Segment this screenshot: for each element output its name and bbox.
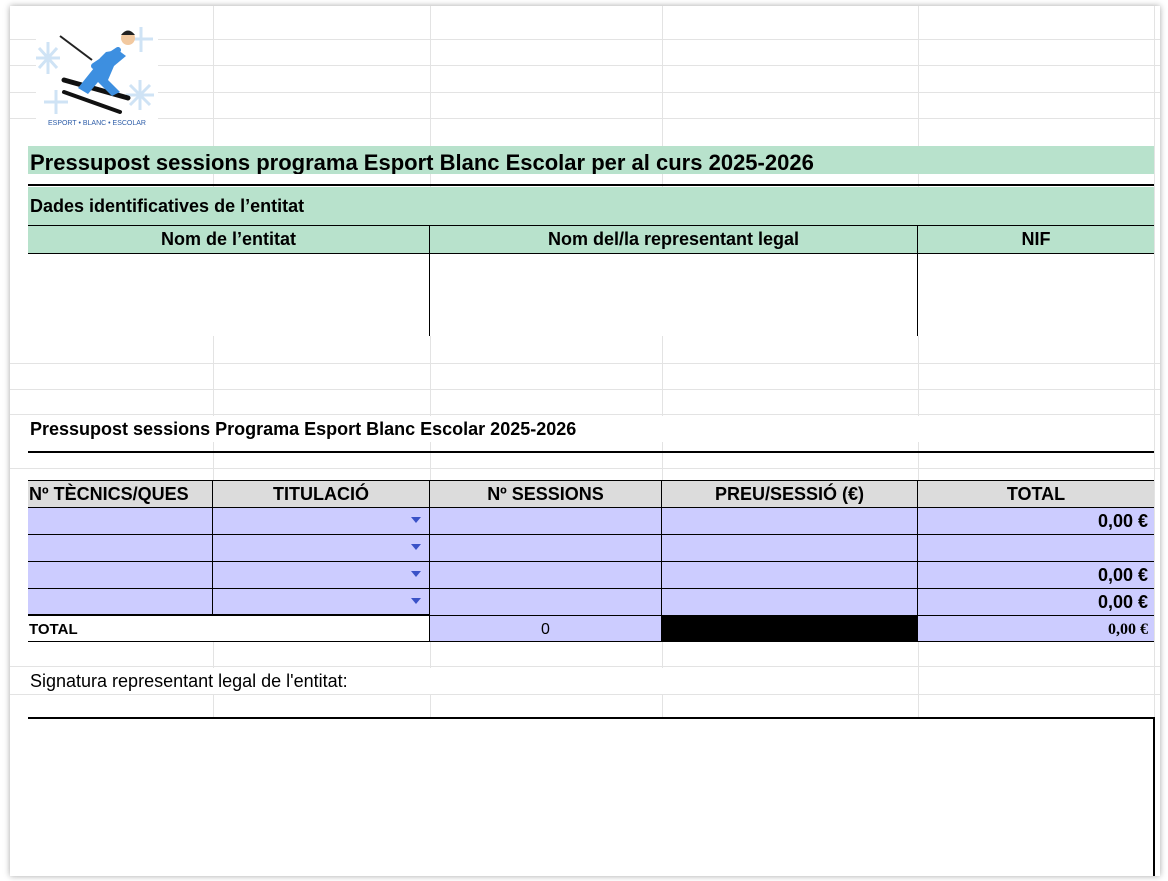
column-header-titulacio: TITULACIÓ — [213, 481, 430, 508]
grid-line — [10, 92, 1160, 93]
titulacio-dropdown[interactable] — [213, 562, 430, 589]
titulacio-dropdown[interactable] — [213, 535, 430, 562]
grid-line — [10, 389, 1160, 390]
sessions-cell[interactable] — [430, 562, 662, 589]
blocked-cell — [662, 616, 918, 642]
signature-box[interactable] — [28, 717, 1155, 876]
column-header-sessions: Nº SESSIONS — [430, 481, 662, 508]
skier-logo-icon — [36, 27, 154, 114]
tecnics-cell[interactable] — [28, 508, 213, 535]
preu-cell[interactable] — [662, 589, 918, 616]
dropdown-arrow-icon[interactable] — [411, 544, 421, 550]
signature-label: Signatura representant legal de l'entita… — [30, 668, 730, 694]
nif-field[interactable] — [918, 254, 1154, 336]
grid-line — [10, 363, 1160, 364]
preu-cell[interactable] — [662, 562, 918, 589]
tecnics-cell[interactable] — [28, 589, 213, 616]
dropdown-arrow-icon[interactable] — [411, 517, 421, 523]
dropdown-arrow-icon[interactable] — [411, 571, 421, 577]
page-title: Pressupost sessions programa Esport Blan… — [28, 146, 1154, 174]
row-total-cell: 0,00 € — [918, 562, 1154, 589]
spreadsheet-sheet: ESPORT • BLANC • ESCOLAR Pressupost sess… — [10, 6, 1160, 876]
divider — [28, 184, 1154, 186]
column-header-preu: PREU/SESSIÓ (€) — [662, 481, 918, 508]
grand-total-value: 0,00 € — [918, 616, 1154, 642]
grid-line — [10, 414, 1160, 415]
tecnics-cell[interactable] — [28, 535, 213, 562]
column-header-total: TOTAL — [918, 481, 1154, 508]
grid-line — [10, 39, 1160, 40]
logo: ESPORT • BLANC • ESCOLAR — [36, 22, 158, 132]
entity-header-name: Nom de l’entitat — [28, 226, 430, 254]
preu-cell[interactable] — [662, 535, 918, 562]
row-total-cell: 0,00 € — [918, 508, 1154, 535]
titulacio-dropdown[interactable] — [213, 508, 430, 535]
row-total-cell — [918, 535, 1154, 562]
entity-header-representative: Nom del/la representant legal — [430, 226, 918, 254]
titulacio-dropdown[interactable] — [213, 589, 430, 616]
sessions-cell[interactable] — [430, 535, 662, 562]
total-row-label: TOTAL — [28, 616, 430, 642]
entity-section-heading: Dades identificatives de l’entitat — [28, 187, 1154, 225]
entity-header-nif: NIF — [918, 226, 1154, 254]
grid-line — [10, 468, 1160, 469]
entity-table: Nom de l’entitat Nom del/la representant… — [28, 225, 1154, 336]
preu-cell[interactable] — [662, 508, 918, 535]
representative-name-field[interactable] — [430, 254, 918, 336]
grid-line — [10, 118, 1160, 119]
budget-table: Nº TÈCNICS/QUES TITULACIÓ Nº SESSIONS PR… — [28, 480, 1154, 642]
row-total-cell: 0,00 € — [918, 589, 1154, 616]
dropdown-arrow-icon[interactable] — [411, 598, 421, 604]
sessions-cell[interactable] — [430, 589, 662, 616]
budget-section-heading: Pressupost sessions Programa Esport Blan… — [30, 416, 1030, 442]
grid-line — [10, 65, 1160, 66]
sessions-cell[interactable] — [430, 508, 662, 535]
column-header-tecnics: Nº TÈCNICS/QUES — [28, 481, 213, 508]
total-sessions-value: 0 — [430, 616, 662, 642]
logo-caption: ESPORT • BLANC • ESCOLAR — [47, 120, 146, 127]
grid-line — [10, 666, 1160, 667]
divider — [28, 451, 1154, 453]
entity-name-field[interactable] — [28, 254, 430, 336]
tecnics-cell[interactable] — [28, 562, 213, 589]
grid-line — [10, 694, 1160, 695]
